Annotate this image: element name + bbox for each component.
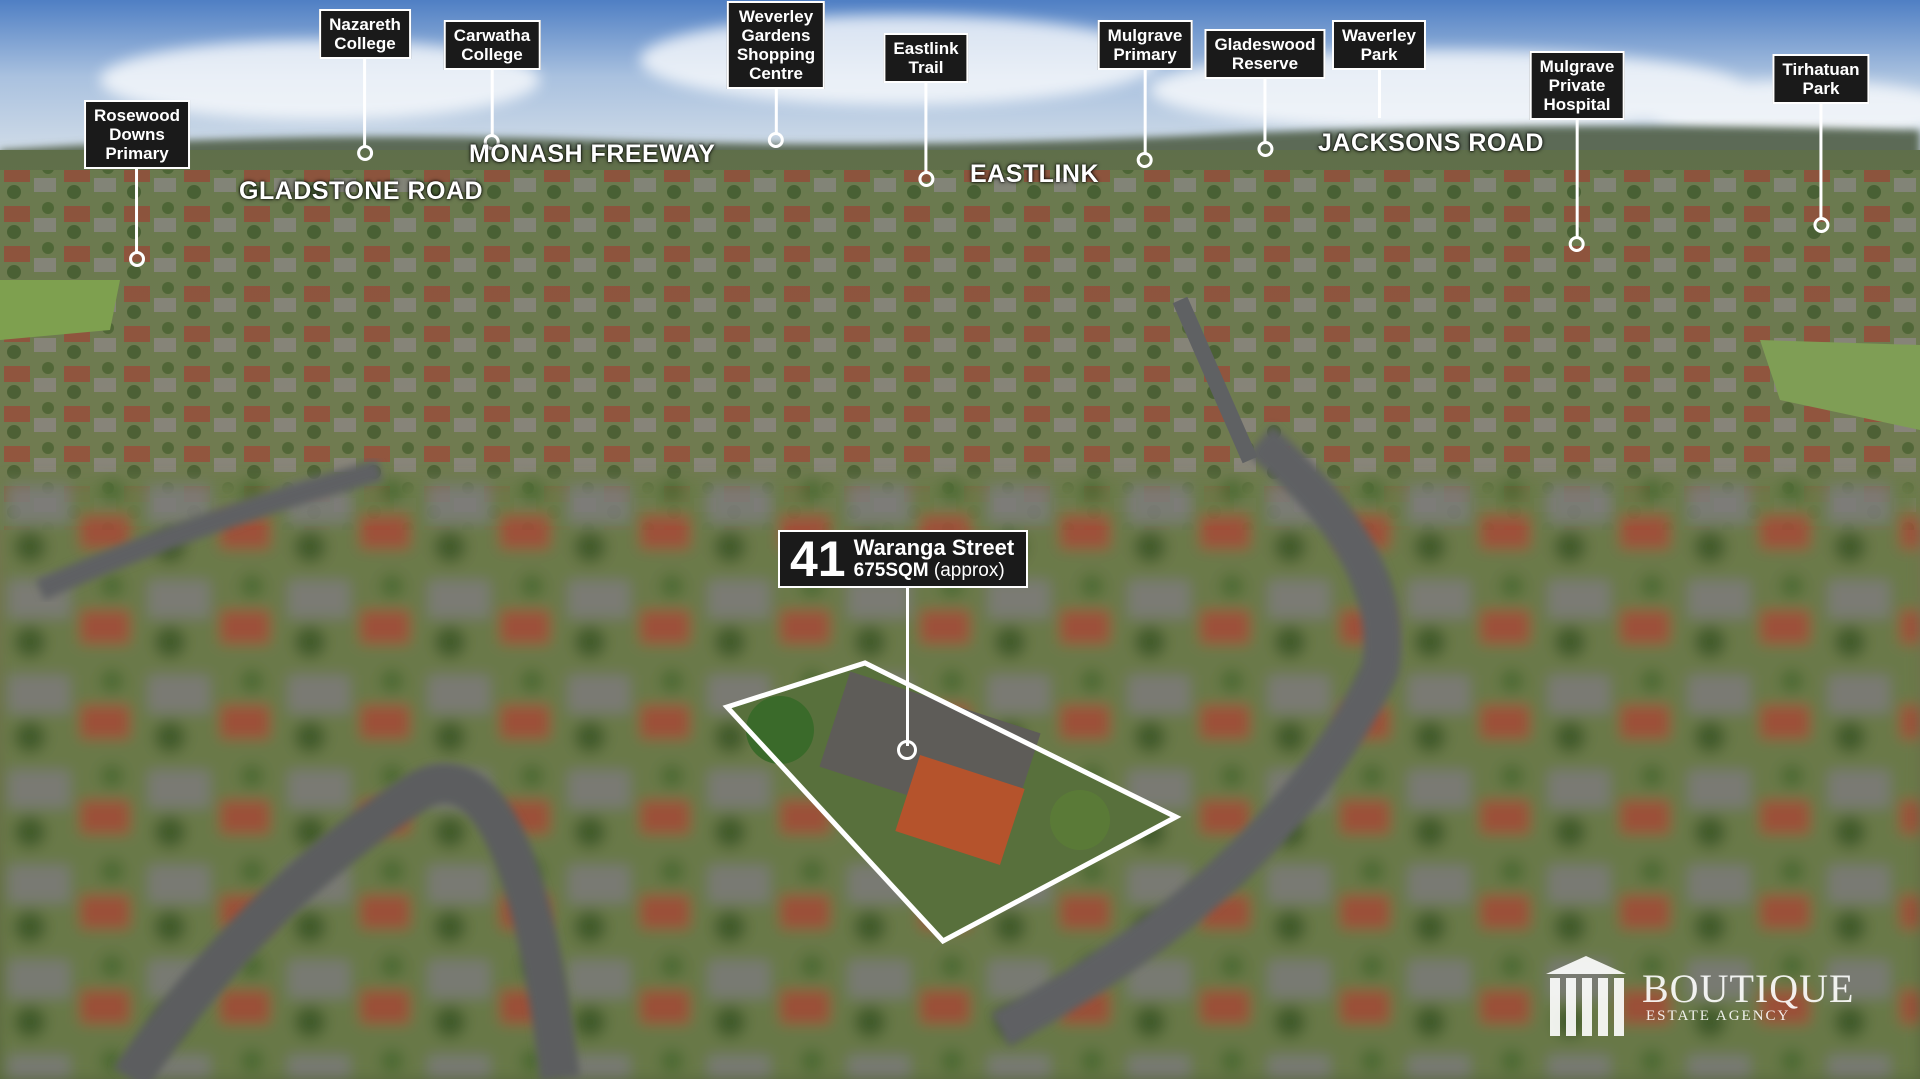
property-address-label: 41 Waranga Street 675SQM (approx) <box>778 530 1029 588</box>
pin-marker-icon <box>1136 152 1153 168</box>
poi-pin-eastlink-trail: Eastlink Trail <box>883 33 969 187</box>
property-street-name: Waranga Street <box>853 535 1015 560</box>
poi-pin-carwatha: Carwatha College <box>443 20 541 150</box>
property-pin-stem <box>906 588 909 746</box>
pin-label: Weverley Gardens Shopping Centre <box>726 1 826 89</box>
agency-name: BOUTIQUE <box>1642 965 1855 1011</box>
road-label-gladstone: GLADSTONE ROAD <box>239 177 484 205</box>
poi-pin-tirhatuan: Tirhatuan Park <box>1772 54 1870 233</box>
road-label-monash: MONASH FREEWAY <box>469 140 716 168</box>
poi-pin-gladeswood: Gladeswood Reserve <box>1204 29 1326 157</box>
pin-marker-icon <box>1568 236 1585 252</box>
road-label-jacksons: JACKSONS ROAD <box>1318 129 1544 157</box>
pin-label: Carwatha College <box>443 20 541 70</box>
land-area-value: 675SQM <box>853 560 929 581</box>
property-pin-marker-icon <box>897 740 917 760</box>
pin-label: Mulgrave Primary <box>1097 20 1193 70</box>
pin-label: Tirhatuan Park <box>1772 54 1870 104</box>
pin-marker-icon <box>1812 217 1829 233</box>
pin-label: Mulgrave Private Hospital <box>1529 51 1625 120</box>
pin-marker-icon <box>1256 141 1273 157</box>
pin-label: Nazareth College <box>319 9 411 59</box>
agency-logo: BOUTIQUE ESTATE AGENCY <box>1540 952 1854 1042</box>
poi-pin-nazareth: Nazareth College <box>319 9 411 161</box>
property-land-area: 675SQM (approx) <box>854 560 1015 582</box>
pin-marker-icon <box>768 132 784 148</box>
property-street-number: 41 <box>790 531 846 587</box>
road-label-eastlink: EASTLINK <box>970 160 1099 188</box>
poi-pin-weverley-gardens: Weverley Gardens Shopping Centre <box>726 1 826 148</box>
pin-label: Eastlink Trail <box>883 33 969 83</box>
building-columns-icon <box>1546 956 1626 1036</box>
pin-marker-icon <box>357 145 373 161</box>
poi-pin-waverley-park: Waverley Park <box>1331 20 1427 118</box>
pin-marker-icon <box>917 171 934 187</box>
pin-label: Waverley Park <box>1331 20 1427 70</box>
poi-pin-mulgrave-primary: Mulgrave Primary <box>1097 20 1193 168</box>
pin-label: Rosewood Downs Primary <box>84 100 190 169</box>
land-area-note: (approx) <box>933 560 1005 581</box>
pin-marker-icon <box>128 251 145 267</box>
pin-label: Gladeswood Reserve <box>1204 29 1326 79</box>
poi-pin-rosewood: Rosewood Downs Primary <box>84 100 190 267</box>
